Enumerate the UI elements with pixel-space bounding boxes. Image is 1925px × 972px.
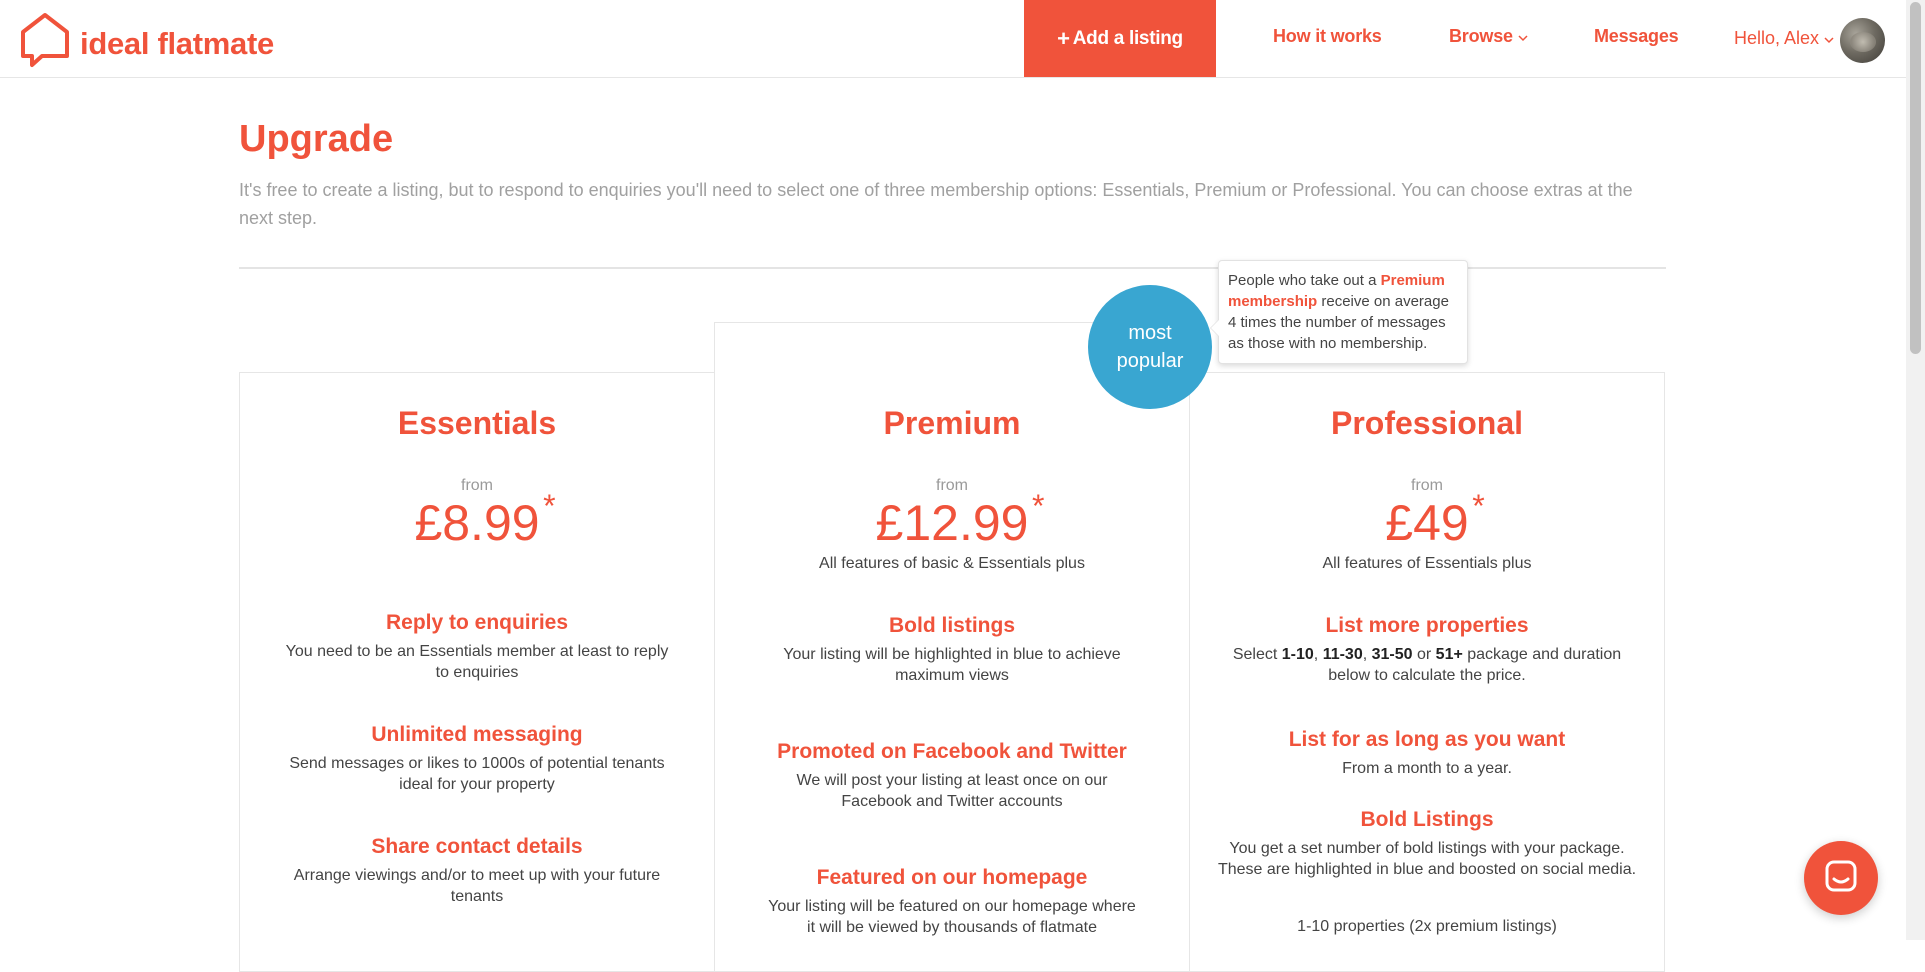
feature-item: List for as long as you want From a mont… [1190, 728, 1664, 779]
feature-title: Featured on our homepage [816, 866, 1088, 889]
house-speech-icon [18, 12, 72, 68]
user-menu[interactable]: Hello, Alex [1734, 28, 1834, 49]
price-from-label: from [461, 477, 493, 494]
most-popular-badge[interactable]: most popular [1088, 285, 1212, 409]
feature-title: Promoted on Facebook and Twitter [777, 740, 1127, 763]
avatar[interactable] [1840, 18, 1885, 63]
plan-price: £12.99 * [875, 490, 1045, 551]
plan-subline: All features of Essentials plus [1322, 555, 1532, 572]
logo-text: ideal flatmate [80, 26, 274, 61]
price-asterisk: * [1472, 488, 1485, 524]
chat-launcher-button[interactable] [1804, 841, 1878, 915]
plan-card-professional[interactable]: Professional from £49 * All features of … [1189, 372, 1665, 972]
intro-text: It's free to create a listing, but to re… [239, 180, 1633, 228]
feature-title: Unlimited messaging [371, 723, 583, 746]
feature-item: Share contact details Arrange viewings a… [240, 835, 714, 907]
feature-item: Unlimited messaging Send messages or lik… [240, 723, 714, 795]
page-scrollbar[interactable] [1906, 0, 1925, 940]
plan-card-premium[interactable]: Premium from £12.99 * All features of ba… [714, 322, 1190, 972]
feature-item: Promoted on Facebook and Twitter We will… [715, 740, 1189, 812]
nav-browse-label: Browse [1449, 26, 1513, 46]
feature-title: Share contact details [371, 835, 583, 858]
price-asterisk: * [543, 488, 556, 524]
feature-text: You need to be an Essentials member at l… [285, 643, 669, 681]
feature-title: Reply to enquiries [385, 611, 569, 634]
tooltip-text: People who take out a [1228, 272, 1381, 289]
plus-icon: + [1057, 25, 1070, 51]
plan-card-essentials[interactable]: Essentials from £8.99 * Reply to enquiri… [239, 372, 715, 972]
user-greeting: Hello, Alex [1734, 28, 1820, 48]
page-title: Upgrade [239, 118, 394, 160]
nav-browse[interactable]: Browse [1449, 26, 1528, 47]
nav-messages[interactable]: Messages [1594, 26, 1679, 47]
plan-price: £49 * [1385, 490, 1484, 551]
feature-item: List more properties Select 1-10, 11-30,… [1190, 614, 1664, 686]
membership-tooltip: People who take out a Premium membership… [1210, 260, 1468, 364]
plan-name: Premium [883, 405, 1021, 441]
package-option: 11-30 [1322, 646, 1363, 663]
price-asterisk: * [1032, 488, 1045, 524]
chevron-down-icon [1824, 28, 1834, 49]
feature-item: Bold listings Your listing will be highl… [715, 614, 1189, 686]
badge-line: popular [1116, 350, 1184, 372]
feature-text: Your listing will be featured on our hom… [768, 898, 1136, 936]
feature-text: You get a set number of bold listings wi… [1217, 840, 1637, 878]
price-value: £49 [1385, 495, 1469, 551]
feature-item: Bold Listings You get a set number of bo… [1190, 808, 1664, 880]
feature-item: Featured on our homepage Your listing wi… [715, 866, 1189, 938]
plan-subline: All features of basic & Essentials plus [819, 555, 1085, 572]
price-value: £12.99 [875, 495, 1029, 551]
feature-text: From a month to a year. [1342, 760, 1512, 777]
price-value: £8.99 [414, 495, 540, 551]
package-option: 1-10 [1281, 646, 1314, 663]
feature-item: Reply to enquiries You need to be an Ess… [240, 611, 714, 683]
add-listing-label: Add a listing [1072, 27, 1183, 49]
price-from-label: from [1411, 477, 1443, 494]
package-option: 31-50 [1371, 646, 1413, 663]
scrollbar-thumb[interactable] [1910, 2, 1921, 354]
feature-text: We will post your listing at least once … [796, 772, 1108, 810]
top-navigation-bar: ideal flatmate + Add a listing How it wo… [0, 0, 1906, 78]
badge-line: most [1128, 322, 1172, 344]
logo[interactable]: ideal flatmate [18, 12, 274, 68]
feature-title: Bold listings [889, 614, 1015, 637]
chat-icon [1824, 859, 1858, 898]
feature-text: Select 1-10, 11-30, 31-50 or 51+ package… [1232, 646, 1622, 684]
price-from-label: from [936, 477, 968, 494]
nav-how-it-works[interactable]: How it works [1273, 26, 1382, 47]
plan-price: £8.99 * [414, 490, 555, 551]
feature-title: List for as long as you want [1288, 728, 1566, 751]
feature-title: Bold Listings [1360, 808, 1494, 831]
feature-text: Your listing will be highlighted in blue… [783, 646, 1121, 684]
add-listing-button[interactable]: + Add a listing [1024, 0, 1216, 77]
chevron-down-icon [1518, 26, 1528, 47]
package-line: 1-10 properties (2x premium listings) [1297, 918, 1557, 935]
feature-text: Arrange viewings and/or to meet up with … [293, 867, 661, 905]
plan-name: Professional [1330, 405, 1524, 441]
feature-title: List more properties [1325, 614, 1529, 637]
package-option: 51+ [1435, 646, 1463, 663]
feature-text: Send messages or likes to 1000s of poten… [289, 755, 665, 793]
plan-name: Essentials [397, 405, 557, 441]
